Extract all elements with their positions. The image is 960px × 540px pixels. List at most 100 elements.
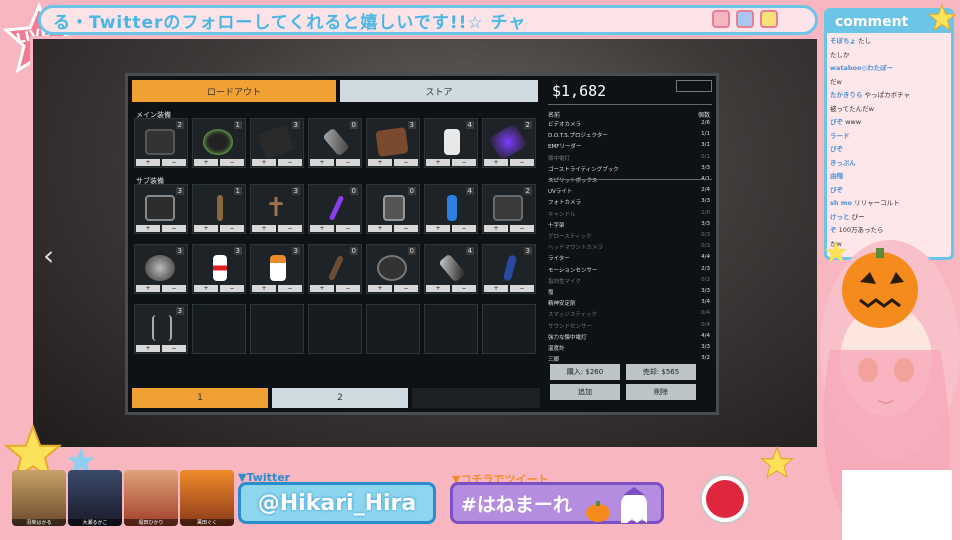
- add-button[interactable]: +: [310, 285, 334, 292]
- remove-button[interactable]: −: [162, 345, 186, 352]
- member-card[interactable]: 羽柴はかる: [12, 470, 66, 526]
- item-slot-emf-reader[interactable]: 1 + −: [192, 118, 246, 168]
- remove-button[interactable]: −: [220, 159, 244, 166]
- item-list-row[interactable]: スマッジスティック 0/4: [548, 310, 710, 318]
- item-slot-emf-meter[interactable]: 4 + −: [424, 118, 478, 168]
- add-button[interactable]: +: [136, 345, 160, 352]
- add-button[interactable]: +: [484, 285, 508, 292]
- remove-button[interactable]: −: [336, 285, 360, 292]
- chevron-left-icon[interactable]: ‹: [43, 239, 54, 272]
- item-slot-crucifix[interactable]: ✝ 3 + −: [250, 184, 304, 234]
- remove-button[interactable]: −: [394, 285, 418, 292]
- item-slot-thermometer[interactable]: 3 + −: [482, 244, 536, 294]
- item-slot-motion-sensor[interactable]: 2 + −: [482, 184, 536, 234]
- item-list-row[interactable]: UVライト 2/4: [548, 187, 710, 195]
- item-slot-glow-stick[interactable]: 0 + −: [308, 184, 362, 234]
- item-slot-head-camera[interactable]: 0 + −: [366, 184, 420, 234]
- add-button[interactable]: +: [194, 159, 218, 166]
- page-tab-2[interactable]: 2: [272, 388, 408, 408]
- remove-button[interactable]: −: [452, 159, 476, 166]
- item-list-row[interactable]: ヘッドマウントカメラ 0/3: [548, 243, 710, 251]
- add-button[interactable]: +: [136, 225, 160, 232]
- item-slot-ghost-writing-book[interactable]: 3 + −: [366, 118, 420, 168]
- item-list-row[interactable]: ライター 4/4: [548, 254, 710, 262]
- remove-button[interactable]: −: [220, 285, 244, 292]
- remove-button[interactable]: −: [394, 225, 418, 232]
- member-card[interactable]: 大瀬るかこ: [68, 470, 122, 526]
- item-slot-spirit-box[interactable]: 3 + −: [250, 118, 304, 168]
- add-button[interactable]: +: [368, 285, 392, 292]
- add-button[interactable]: +: [484, 225, 508, 232]
- remove-button[interactable]: −: [336, 225, 360, 232]
- item-list-row[interactable]: 塩 3/3: [548, 288, 710, 296]
- remove-button[interactable]: −: [220, 225, 244, 232]
- item-slot-photo-camera[interactable]: 3 + −: [134, 184, 188, 234]
- add-button[interactable]: +: [252, 285, 276, 292]
- item-slot-candle[interactable]: 1 + −: [192, 184, 246, 234]
- add-button[interactable]: +: [368, 225, 392, 232]
- item-list-row[interactable]: ゴーストライティングブック 3/3: [548, 165, 710, 173]
- item-list-row[interactable]: キャンドル 1/0: [548, 210, 710, 218]
- item-list-row[interactable]: スピリットボックス 4/1: [548, 176, 710, 184]
- add-button[interactable]: +: [426, 159, 450, 166]
- remove-button[interactable]: −: [452, 225, 476, 232]
- add-button[interactable]: +: [136, 159, 160, 166]
- add-button[interactable]: +: [310, 159, 334, 166]
- item-list-row[interactable]: 指向性マイク 0/2: [548, 277, 710, 285]
- item-list-row[interactable]: ビデオカメラ 2/6: [548, 120, 710, 128]
- add-button[interactable]: +: [136, 285, 160, 292]
- add-button[interactable]: +: [368, 159, 392, 166]
- item-slot-flashlight[interactable]: 0 + −: [308, 118, 362, 168]
- item-list-row[interactable]: 三脚 3/2: [548, 355, 710, 363]
- page-tab-1[interactable]: 1: [132, 388, 268, 408]
- item-list-row[interactable]: EMFリーダー 3/1: [548, 142, 710, 150]
- item-list-row[interactable]: モーションセンサー 2/3: [548, 266, 710, 274]
- item-slot-video-camera[interactable]: 2 + −: [134, 118, 188, 168]
- item-slot-sanity-pills[interactable]: 3 + −: [250, 244, 304, 294]
- tweet-hashtag-box[interactable]: #はねまーれ: [450, 482, 664, 524]
- member-card[interactable]: 萬田ぐく: [180, 470, 234, 526]
- add-button[interactable]: +: [426, 225, 450, 232]
- item-slot-parabolic-mic[interactable]: 3 + −: [134, 244, 188, 294]
- remove-button[interactable]: −: [162, 285, 186, 292]
- member-card[interactable]: 堀田ひかり: [124, 470, 178, 526]
- tab-loadout[interactable]: ロードアウト: [132, 80, 336, 102]
- item-slot-sound-sensor[interactable]: 0 + −: [366, 244, 420, 294]
- add-button[interactable]: +: [252, 225, 276, 232]
- record-button[interactable]: [700, 474, 750, 524]
- remove-button[interactable]: −: [162, 225, 186, 232]
- add-item-button[interactable]: 追加: [550, 384, 620, 400]
- item-list-row[interactable]: フォトカメラ 3/3: [548, 198, 710, 206]
- add-button[interactable]: +: [194, 225, 218, 232]
- remove-button[interactable]: −: [510, 285, 534, 292]
- item-slot-salt[interactable]: 3 + −: [192, 244, 246, 294]
- item-list-row[interactable]: 十字架 3/3: [548, 221, 710, 229]
- item-list-row[interactable]: 精神安定剤 3/4: [548, 299, 710, 307]
- remove-item-button[interactable]: 削除: [626, 384, 696, 400]
- remove-button[interactable]: −: [278, 225, 302, 232]
- remove-button[interactable]: −: [336, 159, 360, 166]
- remove-button[interactable]: −: [162, 159, 186, 166]
- remove-button[interactable]: −: [452, 285, 476, 292]
- item-slot-smudge-stick[interactable]: 0 + −: [308, 244, 362, 294]
- remove-button[interactable]: −: [278, 159, 302, 166]
- twitter-handle-box[interactable]: @Hikari_Hira: [238, 482, 436, 524]
- remove-button[interactable]: −: [278, 285, 302, 292]
- buy-button[interactable]: 購入: $260: [550, 364, 620, 380]
- item-list-row[interactable]: 強力な懐中電灯 4/4: [548, 333, 710, 341]
- add-button[interactable]: +: [194, 285, 218, 292]
- add-button[interactable]: +: [310, 225, 334, 232]
- item-slot-uv-light[interactable]: 2 + −: [482, 118, 536, 168]
- item-slot-lighter[interactable]: 4 + −: [424, 184, 478, 234]
- sell-button[interactable]: 売却: $565: [626, 364, 696, 380]
- item-list-row[interactable]: グロースティック 0/3: [548, 232, 710, 240]
- item-list-row[interactable]: 温度計 3/3: [548, 344, 710, 352]
- remove-button[interactable]: −: [510, 159, 534, 166]
- remove-button[interactable]: −: [510, 225, 534, 232]
- add-button[interactable]: +: [484, 159, 508, 166]
- item-slot-strong-flashlight[interactable]: 4 + −: [424, 244, 478, 294]
- remove-button[interactable]: −: [394, 159, 418, 166]
- add-button[interactable]: +: [426, 285, 450, 292]
- item-list-row[interactable]: 懐中電灯 0/1: [548, 154, 710, 162]
- item-list-row[interactable]: D.O.T.S.プロジェクター 1/1: [548, 131, 710, 139]
